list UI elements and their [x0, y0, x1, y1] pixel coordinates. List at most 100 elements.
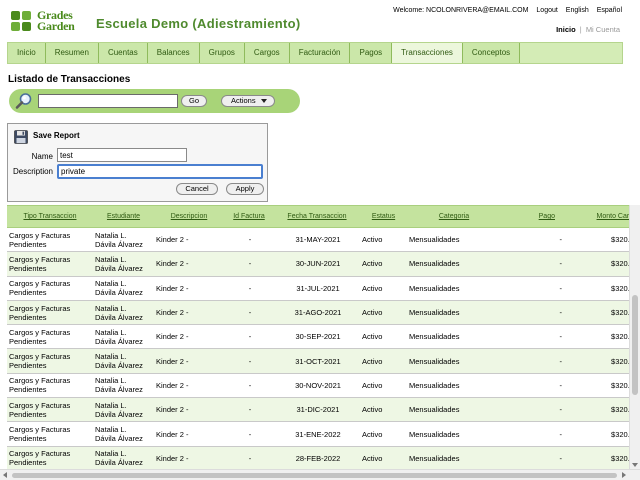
col-header-estatus[interactable]: Estatus	[360, 205, 407, 228]
vertical-scroll-thumb[interactable]	[632, 295, 638, 395]
nav-tab-conceptos[interactable]: Conceptos	[462, 43, 521, 63]
cell-pago: -	[501, 227, 565, 253]
col-header-categoria[interactable]: Categoria	[407, 205, 501, 228]
cell-estudiante-line: Dávila Álvarez	[95, 385, 143, 395]
scroll-left-arrow-icon[interactable]	[3, 472, 7, 478]
cell-fecha: 30-SEP-2021	[274, 324, 360, 350]
cell-estudiante: Natalia L. Dávila Álvarez	[93, 373, 154, 399]
col-header-pago[interactable]: Pago	[501, 205, 565, 228]
cell-descripcion: Kinder 2 -	[154, 421, 224, 447]
cell-pago: -	[501, 276, 565, 301]
cell-estudiante-line: Dávila Álvarez	[95, 336, 143, 346]
table-row[interactable]: Cargos y Facturas Pendientes Natalia L. Dáv…	[7, 300, 629, 326]
col-header-monto-cargo[interactable]: Monto Cargo	[565, 205, 629, 228]
cell-tipo-line: Cargos y Facturas	[9, 303, 71, 313]
cell-estudiante-line: Natalia L.	[95, 400, 127, 410]
cell-estudiante-line: Natalia L.	[95, 254, 127, 264]
table-row[interactable]: Cargos y Facturas Pendientes Natalia L. Dáv…	[7, 446, 629, 471]
grades-garden-logo[interactable]: Grades Garden	[10, 8, 82, 34]
cell-fecha: 30-JUN-2021	[274, 251, 360, 277]
english-link[interactable]: English	[566, 7, 589, 14]
horizontal-scroll-thumb[interactable]	[12, 473, 617, 478]
cancel-button[interactable]: Cancel	[176, 183, 218, 195]
spanish-link[interactable]: Español	[597, 7, 622, 14]
nav-tab-cuentas[interactable]: Cuentas	[98, 43, 148, 63]
cell-estudiante-line: Natalia L.	[95, 303, 127, 313]
top-links: Welcome: NCOLONRIVERA@EMAIL.COM Logout E…	[387, 7, 622, 14]
cell-tipo-line: Cargos y Facturas	[9, 279, 71, 289]
cell-descripcion: Kinder 2 -	[154, 373, 224, 399]
nav-tab-inicio[interactable]: Inicio	[8, 43, 46, 63]
mi-cuenta-link[interactable]: Mi Cuenta	[586, 25, 620, 34]
go-button[interactable]: Go	[181, 95, 207, 107]
col-header-fecha[interactable]: Fecha Transaccion	[274, 205, 360, 228]
logout-link[interactable]: Logout	[536, 7, 557, 14]
cell-monto-cargo: $320.0	[565, 397, 629, 423]
cell-id-factura: -	[224, 373, 274, 399]
cell-tipo-line: Pendientes	[9, 312, 47, 322]
nav-tab-grupos[interactable]: Grupos	[199, 43, 245, 63]
cell-id-factura: -	[224, 276, 274, 301]
logo-text: Grades Garden	[37, 9, 75, 33]
search-input[interactable]	[38, 94, 178, 108]
cell-tipo-line: Pendientes	[9, 361, 47, 371]
table-row[interactable]: Cargos y Facturas Pendientes Natalia L. Dáv…	[7, 348, 629, 374]
cell-estudiante: Natalia L. Dávila Álvarez	[93, 300, 154, 326]
horizontal-scrollbar[interactable]	[0, 469, 640, 480]
nav-tab-transacciones[interactable]: Transacciones	[392, 43, 463, 63]
cell-tipo-line: Pendientes	[9, 385, 47, 395]
cell-pago: -	[501, 300, 565, 326]
scroll-down-arrow-icon[interactable]	[632, 463, 638, 467]
cell-pago: -	[501, 348, 565, 374]
cell-id-factura: -	[224, 324, 274, 350]
save-report-title: Save Report	[33, 131, 80, 140]
cell-pago: -	[501, 373, 565, 399]
inicio-link[interactable]: Inicio	[556, 25, 576, 34]
cell-estatus: Activo	[360, 276, 407, 301]
col-header-id-factura[interactable]: Id Factura	[224, 205, 274, 228]
table-row[interactable]: Cargos y Facturas Pendientes Natalia L. Dáv…	[7, 227, 629, 253]
nav-tab-cargos[interactable]: Cargos	[244, 43, 290, 63]
cell-descripcion: Kinder 2 -	[154, 348, 224, 374]
cell-tipo-line: Pendientes	[9, 434, 47, 444]
table-row[interactable]: Cargos y Facturas Pendientes Natalia L. Dáv…	[7, 324, 629, 350]
cell-descripcion: Kinder 2 -	[154, 300, 224, 326]
vertical-scrollbar[interactable]	[629, 205, 640, 469]
report-name-input[interactable]	[57, 148, 187, 162]
nav-tab-resumen[interactable]: Resumen	[45, 43, 99, 63]
description-label: Description	[12, 167, 53, 176]
table-header-row: Tipo Transaccion Estudiante Descripcion …	[7, 205, 629, 228]
cell-tipo-line: Cargos y Facturas	[9, 327, 71, 337]
nav-tab-facturacion[interactable]: Facturación	[289, 43, 351, 63]
nav-tab-balances[interactable]: Balances	[147, 43, 200, 63]
table-row[interactable]: Cargos y Facturas Pendientes Natalia L. Dáv…	[7, 251, 629, 277]
welcome-text: Welcome: NCOLONRIVERA@EMAIL.COM	[393, 7, 529, 14]
page-title: Listado de Transacciones	[8, 74, 131, 85]
cell-fecha: 31-MAY-2021	[274, 227, 360, 253]
col-header-descripcion[interactable]: Descripcion	[154, 205, 224, 228]
cell-monto-cargo: $320.0	[565, 421, 629, 447]
cell-estudiante-line: Dávila Álvarez	[95, 312, 143, 322]
actions-menu-button[interactable]: Actions	[221, 95, 275, 107]
table-row[interactable]: Cargos y Facturas Pendientes Natalia L. Dáv…	[7, 373, 629, 399]
scroll-right-arrow-icon[interactable]	[622, 472, 626, 478]
col-header-tipo[interactable]: Tipo Transaccion	[7, 205, 93, 228]
cell-categoria: Mensualidades	[407, 251, 501, 277]
cell-categoria: Mensualidades	[407, 373, 501, 399]
cell-tipo-line: Cargos y Facturas	[9, 425, 71, 435]
cell-monto-cargo: $320.0	[565, 348, 629, 374]
cell-fecha: 31-JUL-2021	[274, 276, 360, 301]
cell-id-factura: -	[224, 348, 274, 374]
report-description-input[interactable]	[57, 164, 263, 179]
apply-button[interactable]: Apply	[226, 183, 264, 195]
cell-estudiante-line: Natalia L.	[95, 279, 127, 289]
table-row[interactable]: Cargos y Facturas Pendientes Natalia L. Dáv…	[7, 421, 629, 447]
cell-fecha: 28-FEB-2022	[274, 446, 360, 471]
table-row[interactable]: Cargos y Facturas Pendientes Natalia L. Dáv…	[7, 397, 629, 423]
table-row[interactable]: Cargos y Facturas Pendientes Natalia L. Dáv…	[7, 276, 629, 301]
col-header-estudiante[interactable]: Estudiante	[93, 205, 154, 228]
cell-descripcion: Kinder 2 -	[154, 276, 224, 301]
logo-line-garden: Garden	[37, 19, 75, 33]
cell-estudiante-line: Natalia L.	[95, 376, 127, 386]
nav-tab-pagos[interactable]: Pagos	[350, 43, 393, 63]
